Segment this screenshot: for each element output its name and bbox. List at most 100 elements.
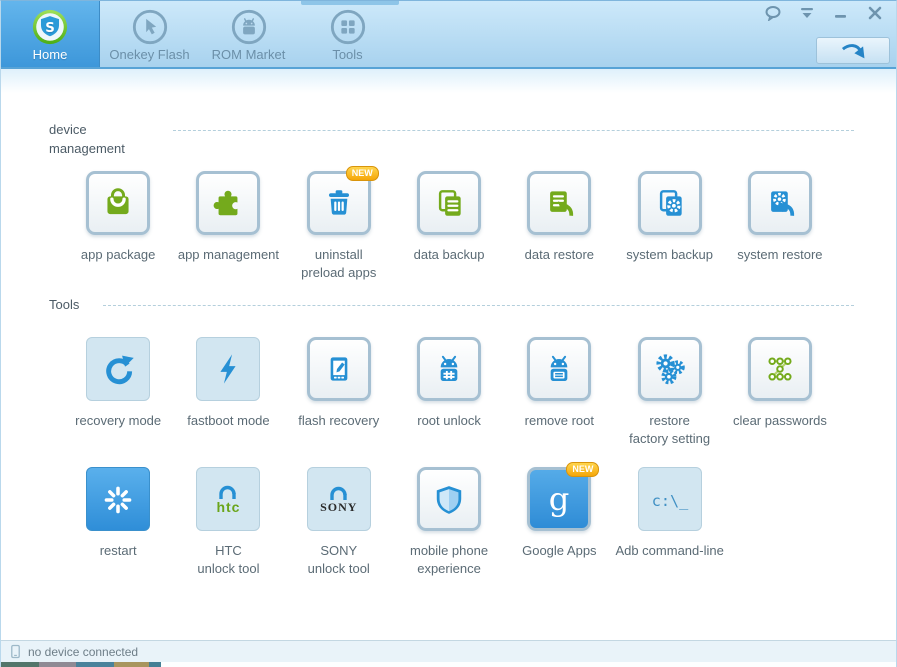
feature-label: mobile phone experience [410, 543, 489, 577]
skin-icon [796, 5, 818, 21]
grid-cell: app management [173, 169, 283, 282]
tab-tools[interactable]: Tools [298, 1, 397, 67]
window-top-notch [301, 1, 399, 5]
tile-root-unlock[interactable] [417, 336, 482, 401]
feature-label: SONY unlock tool [307, 543, 370, 577]
feature-label: HTC unlock tool [197, 543, 260, 577]
minimize-button[interactable] [830, 5, 852, 21]
tile-system-backup[interactable] [637, 170, 702, 235]
feature-label: fastboot mode [187, 412, 270, 428]
padlock-shackle-icon [213, 483, 243, 500]
grid-cell: restore factory setting [614, 335, 724, 448]
tile-restart[interactable] [86, 467, 151, 532]
refresh-icon [97, 348, 139, 390]
wallpaper-fragment [149, 662, 161, 667]
grid-cell: data restore [504, 169, 614, 282]
tile-recovery-mode[interactable] [86, 336, 151, 401]
tile-row: app package app management NEW uninstall… [1, 165, 896, 282]
grid-cell: root unlock [394, 335, 504, 448]
tab-label: ROM Market [211, 47, 286, 62]
feedback-button[interactable] [762, 5, 784, 21]
tile-mobile-phone-experience[interactable] [417, 467, 482, 532]
feature-label: remove root [524, 412, 595, 428]
section-header-device-management: device management [1, 121, 896, 159]
tile-adb-command-line[interactable]: c:\_ [637, 467, 702, 532]
desktop-sliver [1, 662, 896, 667]
tile-data-restore[interactable] [527, 170, 592, 235]
tile-htc-unlock-tool[interactable]: htc [196, 467, 261, 532]
grid-cell: c:\_ Adb command-line [614, 465, 724, 578]
close-icon [864, 5, 886, 21]
tile-sony-unlock-tool[interactable]: SONY [306, 467, 371, 532]
shield-icon [429, 480, 469, 520]
google-g-icon: g [539, 480, 579, 520]
android-hash-icon [429, 349, 469, 389]
wallpaper-fragment [1, 662, 39, 667]
phone-icon [9, 644, 22, 659]
grid-cell: system restore [725, 169, 835, 282]
system-backup-icon [650, 183, 690, 223]
padlock-shackle-icon [324, 484, 354, 501]
main-content: device management app package app manage… [1, 69, 896, 640]
download-arrow-button[interactable] [816, 37, 890, 64]
status-text: no device connected [28, 644, 139, 659]
tile-uninstall-preload-apps[interactable]: NEW [306, 165, 379, 235]
tile-restore-factory-setting[interactable] [637, 336, 702, 401]
toolbar: S Home Onekey Flash ROM Market Tools [1, 1, 896, 67]
close-button[interactable] [864, 5, 886, 21]
grid-cell: data backup [394, 169, 504, 282]
wallpaper-fragment [39, 662, 76, 667]
gears-icon [650, 349, 690, 389]
grid-circle-icon [329, 8, 367, 46]
feature-label: Adb command-line [615, 543, 724, 559]
spinner-icon [98, 480, 138, 520]
status-bar: no device connected [1, 640, 896, 662]
brand-text: htc [216, 499, 241, 516]
feature-label: recovery mode [75, 412, 162, 428]
window-controls [762, 5, 886, 21]
grid-cell: SONY SONY unlock tool [284, 465, 394, 578]
brand-text: SONY [320, 499, 358, 514]
feature-label: restart [99, 543, 137, 559]
tile-row: restart htc HTC unlock tool SONY SONY un… [1, 462, 896, 578]
feature-label: data restore [524, 246, 595, 262]
grid-cell: restart [63, 465, 173, 578]
section-header-tools: Tools [1, 296, 896, 315]
tile-clear-passwords[interactable] [747, 336, 812, 401]
tile-fastboot-mode[interactable] [196, 336, 261, 401]
grid-cell: clear passwords [725, 335, 835, 448]
grid-cell: app package [63, 169, 173, 282]
feature-label: Google Apps [522, 543, 597, 559]
tab-rom-market[interactable]: ROM Market [199, 1, 298, 67]
app-window: S Home Onekey Flash ROM Market Tools dev… [0, 0, 897, 667]
grid-cell: htc HTC unlock tool [173, 465, 283, 578]
tile-app-package[interactable] [86, 170, 151, 235]
tile-google-apps[interactable]: NEW g [527, 462, 600, 532]
minimize-icon [830, 5, 852, 21]
shuame-logo-icon: S [31, 8, 69, 46]
documents-icon [429, 183, 469, 223]
android-circle-icon [230, 8, 268, 46]
tile-app-management[interactable] [196, 170, 261, 235]
tab-home[interactable]: S Home [1, 1, 100, 67]
grid-cell: recovery mode [63, 335, 173, 448]
tab-label: Home [32, 47, 68, 62]
tile-data-backup[interactable] [417, 170, 482, 235]
puzzle-icon [208, 183, 248, 223]
cmd-icon: c:\_ [649, 479, 691, 521]
tile-row: recovery mode fastboot mode flash recove… [1, 335, 896, 448]
feature-label: app package [80, 246, 156, 262]
feature-label: flash recovery [298, 412, 380, 428]
shopping-bag-icon [98, 183, 138, 223]
grid-cell: NEW uninstall preload apps [284, 165, 394, 282]
new-badge: NEW [566, 462, 600, 478]
feature-label: clear passwords [732, 412, 827, 428]
feature-label: system restore [737, 246, 823, 262]
tile-remove-root[interactable] [527, 336, 592, 401]
new-badge: NEW [345, 165, 379, 181]
skin-button[interactable] [796, 5, 818, 21]
tab-onekey-flash[interactable]: Onekey Flash [100, 1, 199, 67]
tile-flash-recovery[interactable] [306, 336, 371, 401]
tile-system-restore[interactable] [747, 170, 812, 235]
section-title: device management [49, 122, 125, 156]
